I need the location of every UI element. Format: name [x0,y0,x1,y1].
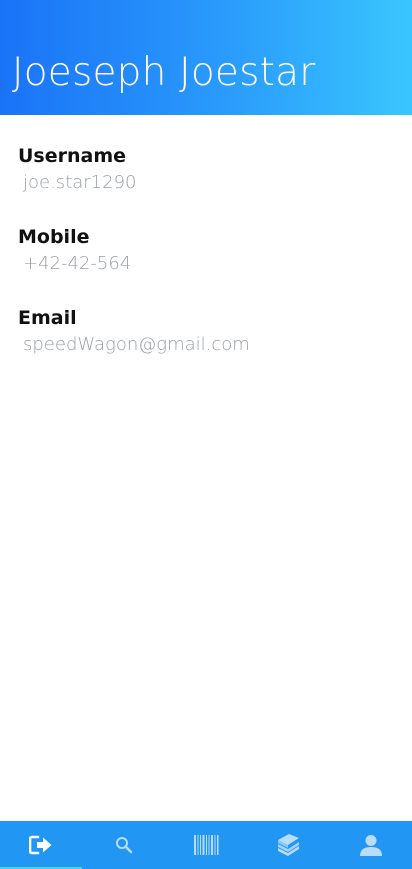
profile-screen: Joeseph Joestar Username joe.star1290 Mo… [0,0,412,869]
mobile-value: +42-42-564 [23,253,132,274]
tab-logout[interactable] [0,821,83,869]
mobile-field: Mobile +42-42-564 [18,225,131,275]
bottom-tab-bar [0,821,412,869]
user-icon [359,833,383,857]
email-label: Email [18,307,77,329]
logout-icon [29,835,53,855]
profile-header: Joeseph Joestar [0,0,412,115]
tab-search[interactable] [82,821,164,869]
mobile-label: Mobile [18,226,90,248]
barcode-icon [193,834,219,856]
profile-name-title: Joeseph Joestar [12,50,316,95]
username-value: joe.star1290 [23,172,137,193]
tab-books[interactable] [247,821,329,869]
tab-barcode[interactable] [165,821,247,869]
tab-profile[interactable] [330,821,412,869]
books-icon [275,833,301,857]
username-field: Username joe.star1290 [18,144,136,194]
search-icon [115,836,133,854]
email-field: Email speedWagon@gmail.com [18,306,250,356]
email-value: speedWagon@gmail.com [23,334,250,355]
username-label: Username [18,145,127,167]
